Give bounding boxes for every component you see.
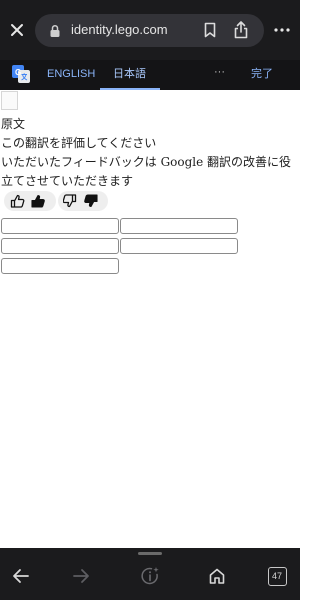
input-field-4[interactable] <box>120 238 238 254</box>
feedback-description: いただいたフィードバックは Google 翻訳の改善に役立てさせていただきます <box>1 155 292 188</box>
input-field-2[interactable] <box>120 218 238 234</box>
back-arrow-icon <box>13 569 29 583</box>
sparkle-info-icon <box>141 567 159 585</box>
done-button[interactable]: 完了 <box>251 67 273 81</box>
browser-bottom-toolbar: 47 <box>0 548 300 600</box>
tabs-button[interactable]: 47 <box>265 564 289 588</box>
home-icon <box>209 568 225 584</box>
placeholder-box <box>1 91 18 110</box>
home-button[interactable] <box>205 564 229 588</box>
tabs-icon: 47 <box>267 566 287 586</box>
browser-screen: identity.lego.com G ENGLISH 日本語 ··· 完了 原… <box>0 0 300 600</box>
input-field-1[interactable] <box>1 218 119 234</box>
translate-more-button[interactable]: ··· <box>214 66 225 78</box>
close-icon <box>11 24 23 36</box>
url-text: identity.lego.com <box>71 22 168 37</box>
thumbs-down-button[interactable] <box>58 191 108 211</box>
original-text-label: 原文 <box>1 117 26 131</box>
translate-bar: G ENGLISH 日本語 ··· 完了 <box>0 60 300 90</box>
thumbs-down-icon <box>63 194 98 208</box>
input-field-5[interactable] <box>1 258 119 274</box>
tab-english[interactable]: ENGLISH <box>47 67 95 81</box>
more-button[interactable] <box>270 18 294 42</box>
forward-button[interactable] <box>69 564 93 588</box>
back-button[interactable] <box>9 564 33 588</box>
active-tab-indicator <box>100 88 160 90</box>
tab-japanese[interactable]: 日本語 <box>113 67 146 81</box>
tabs-count: 47 <box>271 571 282 581</box>
forward-arrow-icon <box>73 569 89 583</box>
thumbs-up-icon <box>10 194 45 208</box>
google-translate-icon: G <box>12 65 30 83</box>
browser-top-bar: identity.lego.com <box>0 0 300 60</box>
page-info-button[interactable] <box>138 564 162 588</box>
lock-icon <box>50 24 60 37</box>
svg-text:G: G <box>15 68 21 77</box>
input-field-3[interactable] <box>1 238 119 254</box>
rate-translation-title: この翻訳を評価してください <box>1 136 157 150</box>
bookmark-icon[interactable] <box>201 21 219 39</box>
address-bar[interactable]: identity.lego.com <box>35 14 264 47</box>
close-button[interactable] <box>5 18 29 42</box>
thumbs-up-button[interactable] <box>4 191 56 211</box>
share-icon[interactable] <box>232 20 250 40</box>
drag-handle[interactable] <box>138 552 162 555</box>
more-icon <box>274 28 290 32</box>
